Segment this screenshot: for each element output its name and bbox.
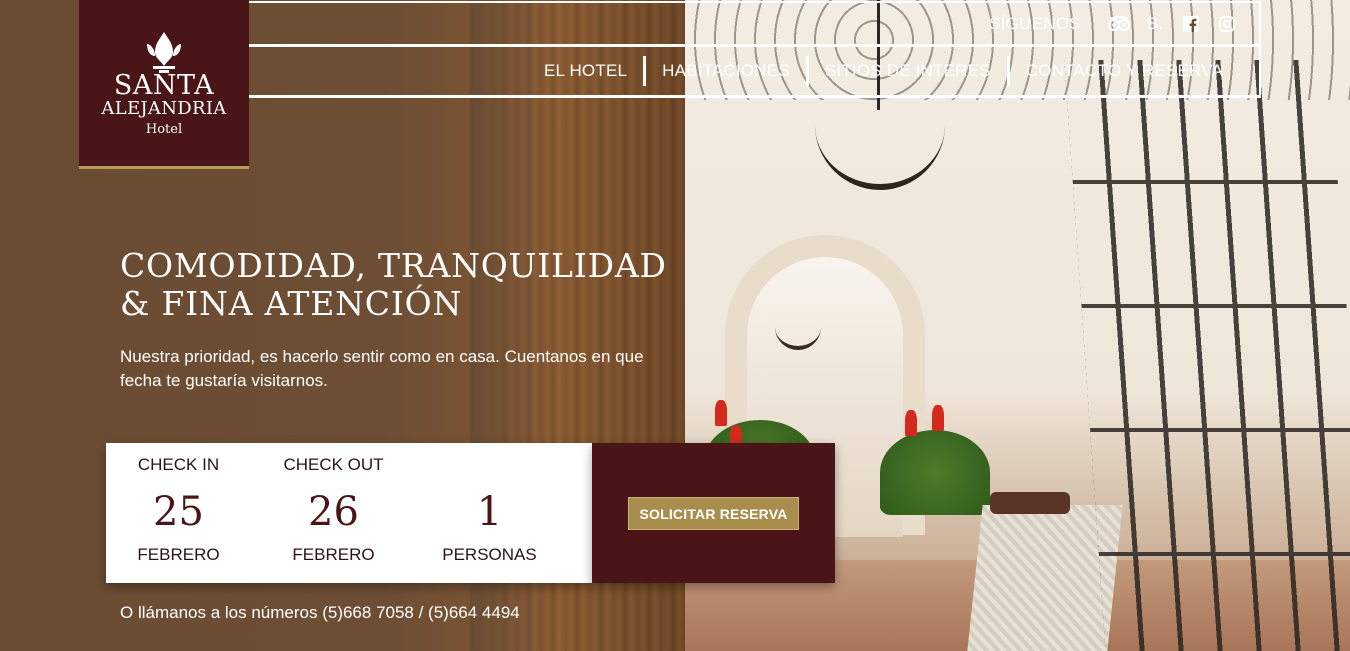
logo-name-line3: Hotel bbox=[145, 122, 183, 137]
nav-item-habitaciones[interactable]: HABITACIONES bbox=[646, 56, 806, 86]
checkin-day[interactable]: 25 bbox=[106, 487, 251, 537]
checkout-month: FEBRERO bbox=[292, 545, 375, 564]
instagram-icon[interactable] bbox=[1215, 12, 1239, 36]
request-reservation-button[interactable]: SOLICITAR RESERVA bbox=[628, 497, 799, 530]
contact-phones: O llámanos a los números (5)668 7058 / (… bbox=[120, 603, 520, 622]
social-bar: SÍGUENOS B. bbox=[249, 1, 1261, 47]
hero-subtitle: Nuestra prioridad, es hacerlo sentir com… bbox=[120, 347, 644, 390]
facebook-icon[interactable] bbox=[1179, 12, 1203, 36]
hotel-logo[interactable]: SANTA ALEJANDRIA Hotel bbox=[79, 0, 249, 169]
checkout-day[interactable]: 26 bbox=[261, 487, 406, 537]
booking-action-panel: SOLICITAR RESERVA bbox=[592, 443, 835, 583]
booking-icon[interactable]: B. bbox=[1143, 12, 1167, 36]
tripadvisor-icon[interactable] bbox=[1107, 12, 1131, 36]
guests-count[interactable]: 1 bbox=[417, 487, 562, 537]
logo-name-line2: ALEJANDRIA bbox=[101, 98, 227, 119]
checkin-month: FEBRERO bbox=[137, 545, 220, 564]
booking-widget: CHECK IN 25 FEBRERO CHECK OUT 26 FEBRERO… bbox=[106, 443, 592, 583]
nav-item-el-hotel[interactable]: EL HOTEL bbox=[528, 56, 643, 86]
checkout-label: CHECK OUT bbox=[283, 455, 384, 474]
guests-label: PERSONAS bbox=[442, 545, 537, 564]
nav-item-contacto-y-reserva[interactable]: CONTACTO Y RESERVA bbox=[1010, 56, 1239, 86]
fleur-emblem-icon bbox=[147, 32, 181, 73]
hero-title: COMODIDAD, TRANQUILIDAD & FINA ATENCIÓN bbox=[120, 246, 667, 323]
follow-label: SÍGUENOS bbox=[988, 13, 1081, 33]
checkin-label: CHECK IN bbox=[137, 455, 220, 474]
logo-name-line1: SANTA bbox=[113, 70, 215, 101]
main-nav: EL HOTEL HABITACIONES SITIOS DE INTERES … bbox=[249, 47, 1261, 98]
nav-item-sitios-de-interes[interactable]: SITIOS DE INTERES bbox=[809, 56, 1007, 86]
